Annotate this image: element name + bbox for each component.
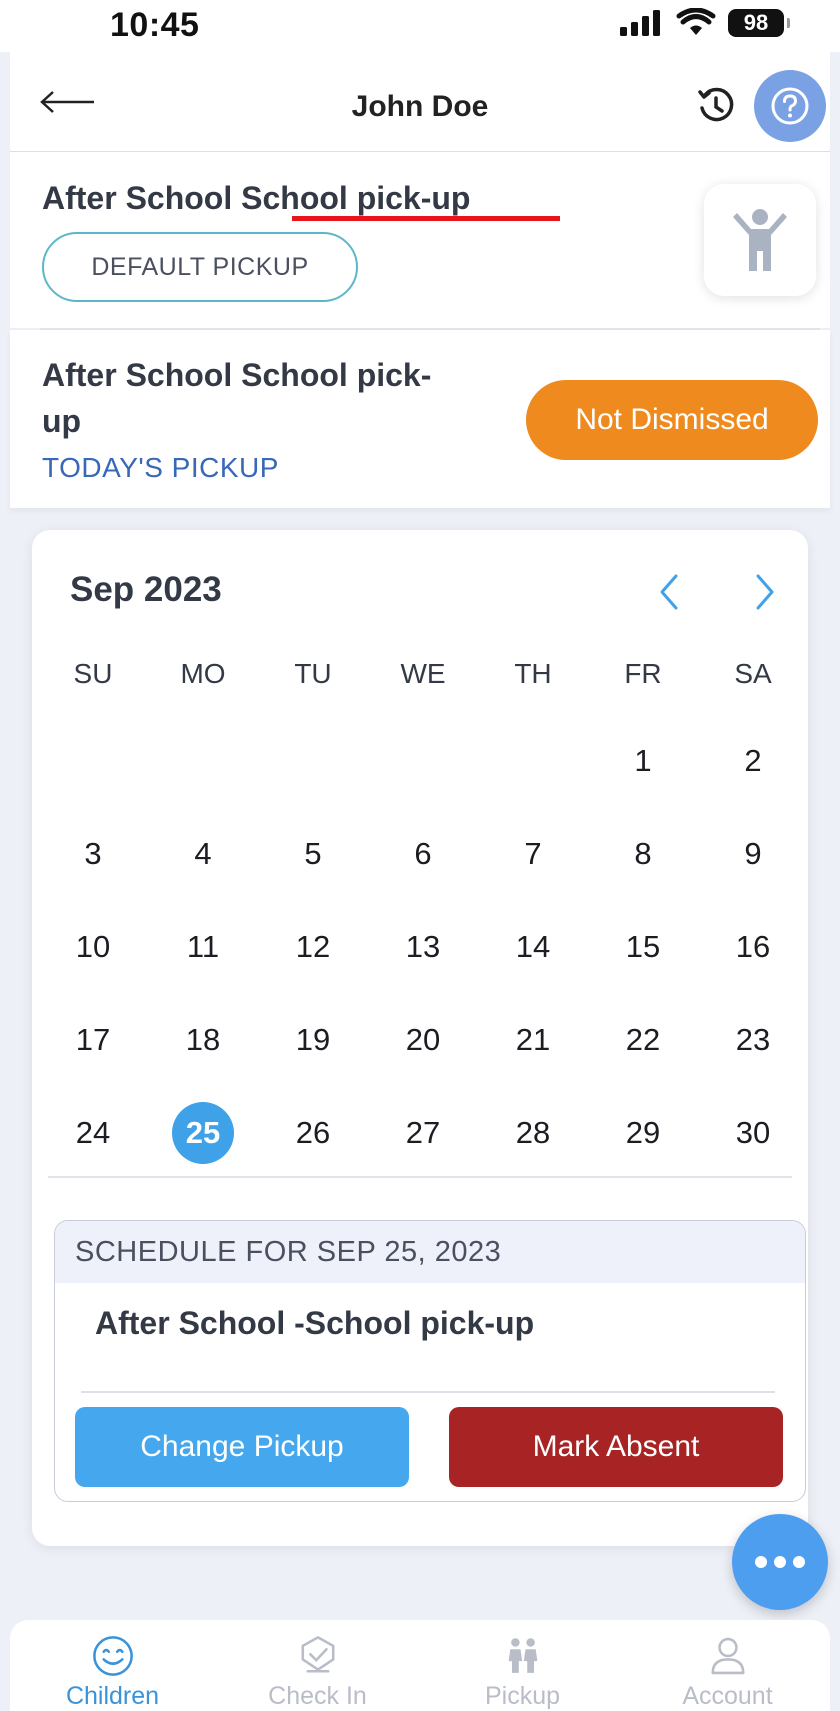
calendar-day[interactable]: 26 xyxy=(258,1102,368,1164)
calendar-day[interactable]: 29 xyxy=(588,1102,698,1164)
weekday-label: SU xyxy=(73,658,113,689)
calendar-day[interactable]: 21 xyxy=(478,1009,588,1071)
people-icon xyxy=(508,1638,537,1673)
calendar-card: Sep 2023 SU MO TU WE TH FR SA 1 2 3 4 5 … xyxy=(32,530,808,1546)
default-pickup-title: After School School pick-up xyxy=(42,180,471,216)
tab-account[interactable]: Account xyxy=(625,1620,830,1711)
user-icon xyxy=(711,1637,744,1675)
calendar-day[interactable]: 24 xyxy=(38,1102,148,1164)
battery-icon: 98 xyxy=(728,9,790,37)
calendar-day[interactable]: 12 xyxy=(258,916,368,978)
calendar-day-selected[interactable]: 25 xyxy=(148,1102,258,1164)
status-icons: 98 xyxy=(618,8,790,38)
calendar-day[interactable]: 1 xyxy=(588,730,698,792)
schedule-item: After School -School pick-up xyxy=(95,1305,535,1341)
weekday-label: WE xyxy=(400,658,446,689)
chevron-left-icon[interactable] xyxy=(654,572,684,612)
dismissal-status-badge[interactable]: Not Dismissed xyxy=(526,380,818,460)
calendar-day[interactable]: 18 xyxy=(148,1009,258,1071)
status-time: 10:45 xyxy=(110,6,200,44)
calendar-week: 24 25 26 27 28 29 30 xyxy=(38,1102,808,1195)
weekday-label: TH xyxy=(514,658,552,689)
calendar-day[interactable]: 7 xyxy=(478,823,588,885)
calendar-day[interactable]: 16 xyxy=(698,916,808,978)
calendar-divider xyxy=(48,1176,792,1178)
calendar-week: 1 2 xyxy=(38,730,808,823)
child-avatar[interactable] xyxy=(704,184,816,296)
tab-pickup[interactable]: Pickup xyxy=(420,1620,625,1711)
calendar-day-empty xyxy=(38,730,148,792)
help-icon xyxy=(771,87,809,125)
todays-pickup-label: TODAY'S PICKUP xyxy=(42,452,279,483)
history-icon[interactable] xyxy=(696,86,736,126)
calendar-week: 10 11 12 13 14 15 16 xyxy=(38,916,808,1009)
calendar-day[interactable]: 30 xyxy=(698,1102,808,1164)
calendar-week: 3 4 5 6 7 8 9 xyxy=(38,823,808,916)
status-bar: 10:45 98 xyxy=(0,0,840,52)
tab-label: Pickup xyxy=(484,1682,561,1710)
calendar-week: 17 18 19 20 21 22 23 xyxy=(38,1009,808,1102)
calendar-day[interactable]: 11 xyxy=(148,916,258,978)
calendar-day[interactable]: 9 xyxy=(698,823,808,885)
calendar-day[interactable]: 14 xyxy=(478,916,588,978)
red-underline-annotation xyxy=(292,216,560,221)
calendar-day-empty xyxy=(368,730,478,792)
weekday-label: TU xyxy=(294,658,332,689)
calendar-day[interactable]: 22 xyxy=(588,1009,698,1071)
calendar-day[interactable]: 2 xyxy=(698,730,808,792)
schedule-panel: SCHEDULE FOR SEP 25, 2023 After School -… xyxy=(54,1220,806,1502)
schedule-header: SCHEDULE FOR SEP 25, 2023 xyxy=(55,1221,805,1283)
signal-icon xyxy=(620,10,660,36)
calendar-day[interactable]: 13 xyxy=(368,916,478,978)
tab-label: Children xyxy=(65,1682,160,1710)
calendar-day[interactable]: 4 xyxy=(148,823,258,885)
more-dots-icon xyxy=(755,1556,767,1568)
weekday-header: SU MO TU WE TH FR SA xyxy=(38,658,808,690)
change-pickup-button[interactable]: Change Pickup xyxy=(75,1407,409,1487)
calendar-day-empty xyxy=(148,730,258,792)
calendar-day[interactable]: 28 xyxy=(478,1102,588,1164)
default-pickup-section: After School School pick-up DEFAULT PICK… xyxy=(10,152,830,328)
wifi-icon xyxy=(676,8,716,35)
smiley-icon xyxy=(92,1636,133,1676)
bottom-tab-bar: Children Check In Pickup Account xyxy=(10,1620,830,1711)
tab-children[interactable]: Children xyxy=(10,1620,215,1711)
weekday-label: SA xyxy=(734,658,772,689)
mark-absent-button[interactable]: Mark Absent xyxy=(449,1407,783,1487)
calendar-day[interactable]: 17 xyxy=(38,1009,148,1071)
calendar-day[interactable]: 6 xyxy=(368,823,478,885)
check-badge-icon xyxy=(301,1636,334,1673)
schedule-divider xyxy=(81,1391,775,1393)
weekday-label: FR xyxy=(624,658,662,689)
battery-level: 98 xyxy=(743,10,769,35)
tab-check-in[interactable]: Check In xyxy=(215,1620,420,1711)
calendar-day[interactable]: 27 xyxy=(368,1102,478,1164)
calendar-day[interactable]: 10 xyxy=(38,916,148,978)
calendar-day-empty xyxy=(258,730,368,792)
weekday-label: MO xyxy=(180,658,226,689)
todays-pickup-section: After School School pick-up TODAY'S PICK… xyxy=(10,330,830,508)
calendar-day[interactable]: 19 xyxy=(258,1009,368,1071)
calendar-grid: 1 2 3 4 5 6 7 8 9 10 11 12 13 14 15 16 1… xyxy=(38,730,808,1195)
more-dots-icon xyxy=(774,1556,786,1568)
default-pickup-tag: DEFAULT PICKUP xyxy=(42,232,358,302)
app-header: John Doe xyxy=(10,52,830,152)
todays-pickup-title: After School School pick-up xyxy=(42,357,432,439)
calendar-day[interactable]: 8 xyxy=(588,823,698,885)
calendar-day[interactable]: 15 xyxy=(588,916,698,978)
tab-label: Check In xyxy=(268,1682,367,1710)
more-dots-icon xyxy=(793,1556,805,1568)
calendar-day-empty xyxy=(478,730,588,792)
child-figure-icon xyxy=(733,209,787,271)
month-label: Sep 2023 xyxy=(70,570,222,609)
chevron-right-icon[interactable] xyxy=(750,572,780,612)
tab-label: Account xyxy=(682,1682,773,1710)
calendar-day[interactable]: 23 xyxy=(698,1009,808,1071)
calendar-day[interactable]: 3 xyxy=(38,823,148,885)
more-options-button[interactable] xyxy=(732,1514,828,1610)
calendar-day[interactable]: 20 xyxy=(368,1009,478,1071)
help-button[interactable] xyxy=(754,70,826,142)
calendar-day[interactable]: 5 xyxy=(258,823,368,885)
